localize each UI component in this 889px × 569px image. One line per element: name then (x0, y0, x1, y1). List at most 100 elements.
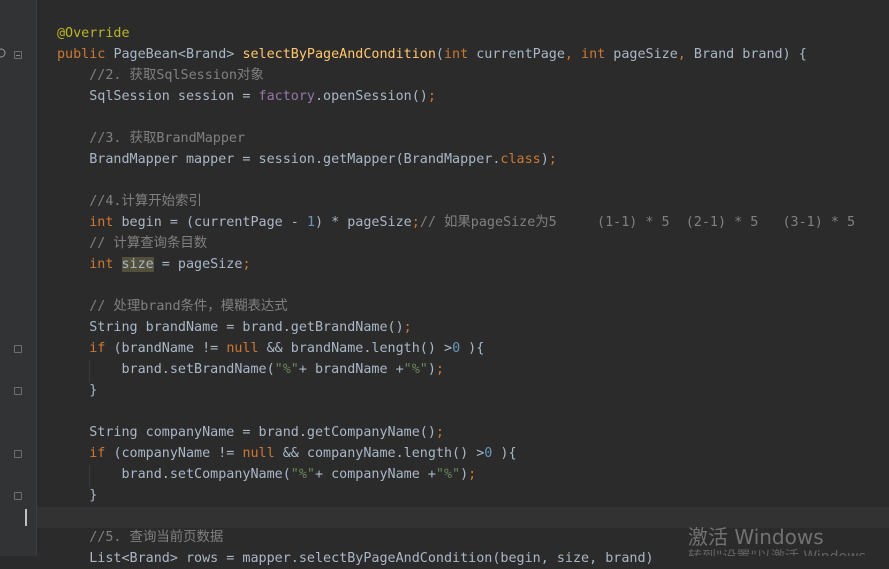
code-token: } (57, 488, 98, 503)
code-token: (companyName != (113, 446, 243, 461)
code-token: //3. 获取BrandMapper (57, 131, 246, 146)
code-line[interactable] (57, 275, 855, 296)
code-token: brand.setBrandName( (57, 362, 275, 377)
code-token: ; (403, 320, 412, 335)
code-line[interactable]: // 处理brand条件，模糊表达式 (57, 296, 855, 317)
code-token: ) (460, 467, 469, 482)
code-token: + companyName + (314, 467, 436, 482)
code-token: ){ (492, 446, 517, 461)
code-token: ; (468, 467, 477, 482)
override-marker-icon[interactable] (0, 47, 6, 58)
code-line[interactable]: //2. 获取SqlSession对象 (57, 65, 855, 86)
code-token: int (443, 47, 477, 62)
code-token: // 处理brand条件，模糊表达式 (57, 299, 288, 314)
code-line[interactable]: //4.计算开始索引 (57, 191, 855, 212)
code-token: 1 (306, 215, 315, 230)
fold-if-end-icon[interactable] (14, 492, 22, 500)
editor-gutter[interactable] (0, 0, 36, 556)
code-token: ){ (460, 341, 485, 356)
text-caret (25, 509, 27, 526)
code-token: int (89, 215, 122, 230)
code-token: .openSession() (314, 89, 428, 104)
code-token: "%" (403, 362, 428, 377)
code-token: if (89, 446, 114, 461)
code-token: int (581, 47, 614, 62)
fold-method-icon[interactable] (14, 51, 22, 59)
code-token: List<Brand> rows = mapper.selectByPageAn… (57, 551, 654, 566)
code-token: factory (258, 89, 315, 104)
code-token: if (89, 341, 114, 356)
code-token: && brandName.length() > (266, 341, 453, 356)
code-line[interactable]: BrandMapper mapper = session.getMapper(B… (57, 149, 855, 170)
code-token: BrandMapper mapper = session.getMapper(B… (57, 152, 501, 167)
code-token: // 如果pageSize为5 (1-1) * 5 (2-1) * 5 (3-1… (419, 215, 856, 230)
code-line[interactable]: String brandName = brand.getBrandName(); (57, 317, 855, 338)
code-token: , (677, 47, 694, 62)
code-line[interactable] (57, 401, 855, 422)
code-token: , (564, 47, 582, 62)
code-token: // 计算查询条目数 (57, 236, 208, 251)
code-token: (brandName != (113, 341, 227, 356)
fold-if-start-icon[interactable] (14, 345, 22, 353)
code-line[interactable]: //3. 获取BrandMapper (57, 128, 855, 149)
code-token: null (226, 341, 267, 356)
code-token: String brandName = brand.getBrandName() (57, 320, 404, 335)
fold-if-start-icon[interactable] (14, 450, 22, 458)
code-token: && companyName.length() > (282, 446, 485, 461)
code-line[interactable]: if (brandName != null && brandName.lengt… (57, 338, 855, 359)
code-token: currentPage (476, 47, 565, 62)
code-line[interactable]: // 计算查询条目数 (57, 233, 855, 254)
code-token: begin = (currentPage - (121, 215, 307, 230)
code-token: null (242, 446, 283, 461)
windows-activation-subtitle: 转到"设置"以激活 Windows。 (688, 546, 880, 556)
code-line[interactable]: brand.setBrandName("%"+ brandName +"%"); (57, 359, 855, 380)
code-token: ) (540, 152, 549, 167)
code-line[interactable]: if (companyName != null && companyName.l… (57, 443, 855, 464)
code-token: "%" (274, 362, 299, 377)
code-token: ( (435, 47, 444, 62)
code-token: ) * pageSize (315, 215, 412, 230)
code-token: public (57, 47, 114, 62)
code-line[interactable]: String companyName = brand.getCompanyNam… (57, 422, 855, 443)
code-line[interactable]: int size = pageSize; (57, 254, 855, 275)
code-token: size (121, 257, 154, 272)
code-token: class (500, 152, 541, 167)
code-line[interactable]: int begin = (currentPage - 1) * pageSize… (57, 212, 855, 233)
code-line[interactable]: } (57, 380, 855, 401)
code-token: pageSize (613, 47, 678, 62)
code-line[interactable] (57, 107, 855, 128)
code-token: } (57, 383, 98, 398)
code-token: + brandName + (298, 362, 404, 377)
code-token: ; (242, 257, 251, 272)
code-line[interactable]: @Override (57, 23, 855, 44)
code-token: brand.setCompanyName( (57, 467, 291, 482)
code-line[interactable]: public PageBean<Brand> selectByPageAndCo… (57, 44, 855, 65)
code-token: @Override (57, 26, 130, 41)
code-token: SqlSession session = (57, 89, 259, 104)
code-token: int (89, 257, 122, 272)
code-editor[interactable]: @Override public PageBean<Brand> selectBy… (57, 23, 855, 569)
code-token: ; (435, 425, 444, 440)
code-line[interactable]: SqlSession session = factory.openSession… (57, 86, 855, 107)
code-token: 0 (452, 341, 461, 356)
code-token: ; (427, 89, 436, 104)
code-token: ; (435, 362, 444, 377)
code-line[interactable] (57, 170, 855, 191)
code-token: selectByPageAndCondition (242, 47, 436, 62)
code-token: ; (548, 152, 557, 167)
code-token: //4.计算开始索引 (57, 194, 202, 209)
code-line[interactable]: } (57, 485, 855, 506)
code-token: "%" (435, 467, 461, 482)
code-line[interactable]: brand.setCompanyName("%"+ companyName +"… (57, 464, 855, 485)
gutter-divider (36, 0, 37, 556)
code-token: //2. 获取SqlSession对象 (57, 68, 264, 83)
code-token: PageBean<Brand> (113, 47, 243, 62)
code-token: Brand brand) { (693, 47, 807, 62)
code-token: "%" (290, 467, 315, 482)
fold-if-end-icon[interactable] (14, 387, 22, 395)
code-token: ; (411, 215, 420, 230)
